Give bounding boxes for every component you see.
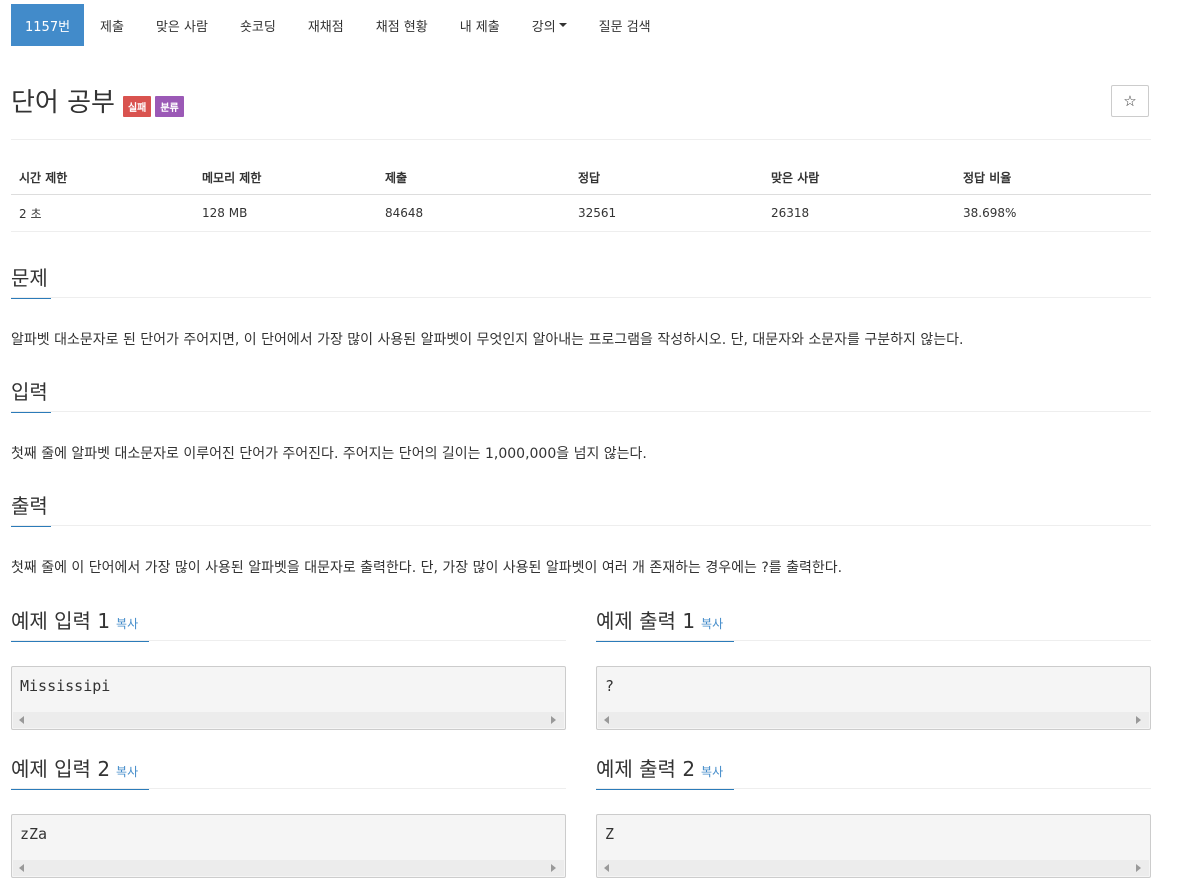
copy-sample-output-1-link[interactable]: 복사 — [701, 617, 723, 631]
section-heading-input: 입력 — [11, 376, 51, 413]
output-description: 첫째 줄에 이 단어에서 가장 많이 사용된 알파벳을 대문자로 출력한다. 단… — [11, 560, 843, 576]
problem-nav: 1157번 제출 맞은 사람 숏코딩 재채점 채점 현황 내 제출 강의 질문 … — [11, 4, 667, 46]
stats-header-row: 시간 제한 메모리 제한 제출 정답 맞은 사람 정답 비율 — [11, 160, 1151, 195]
scroll-right-arrow-icon[interactable] — [551, 864, 556, 872]
scroll-left-arrow-icon[interactable] — [19, 864, 24, 872]
stats-time-limit: 2 초 — [11, 194, 194, 232]
nav-my-submissions[interactable]: 내 제출 — [444, 4, 516, 46]
horizontal-scrollbar[interactable] — [13, 860, 564, 876]
nav-short-coding[interactable]: 숏코딩 — [224, 4, 292, 46]
sample-output-2-box: Z — [596, 814, 1151, 878]
section-heading-problem-text: 문제 — [11, 266, 48, 290]
sample-input-1-content: Mississipi — [20, 677, 111, 695]
problem-title-row: 단어 공부 실패 분류 — [11, 86, 184, 120]
sample-input-2-heading: 예제 입력 2 — [11, 757, 111, 781]
sample-input-2-box: zZa — [11, 814, 566, 878]
nav-problem-number[interactable]: 1157번 — [11, 4, 85, 46]
sample-output-1-content: ? — [605, 677, 615, 695]
star-icon: ☆ — [1123, 92, 1137, 110]
section-heading-output-text: 출력 — [11, 494, 48, 518]
sample-output-1-heading: 예제 출력 1 — [596, 609, 696, 633]
scroll-left-arrow-icon[interactable] — [19, 716, 24, 724]
nav-question-search[interactable]: 질문 검색 — [583, 4, 667, 46]
stats-accepted: 32561 — [570, 194, 763, 232]
stats-accept-ratio: 38.698% — [955, 194, 1151, 232]
section-heading-sample-output-1: 예제 출력 1 복사 — [596, 605, 734, 642]
stats-header-time-limit: 시간 제한 — [11, 160, 194, 195]
section-divider — [596, 640, 1151, 641]
section-divider — [11, 525, 1151, 526]
stats-accepted-users: 26318 — [763, 194, 955, 232]
stats-header-accept-ratio: 정답 비율 — [955, 160, 1151, 195]
sample-input-1-box: Mississipi — [11, 666, 566, 730]
category-badge[interactable]: 분류 — [155, 96, 184, 117]
problem-stats-table: 시간 제한 메모리 제한 제출 정답 맞은 사람 정답 비율 2 초 128 M… — [11, 160, 1151, 232]
nav-rejudge[interactable]: 재채점 — [292, 4, 360, 46]
nav-submit[interactable]: 제출 — [84, 4, 140, 46]
stats-header-accepted: 정답 — [570, 160, 763, 195]
sample-output-1-box: ? — [596, 666, 1151, 730]
section-heading-sample-input-1: 예제 입력 1 복사 — [11, 605, 149, 642]
section-heading-problem: 문제 — [11, 262, 51, 299]
status-badge-fail[interactable]: 실패 — [122, 96, 152, 117]
section-divider — [11, 640, 566, 641]
section-divider — [11, 788, 566, 789]
copy-sample-input-2-link[interactable]: 복사 — [116, 765, 138, 779]
section-divider — [11, 411, 1151, 412]
stats-memory-limit: 128 MB — [194, 194, 377, 232]
scroll-right-arrow-icon[interactable] — [1136, 864, 1141, 872]
scroll-right-arrow-icon[interactable] — [1136, 716, 1141, 724]
problem-description: 알파벳 대소문자로 된 단어가 주어지면, 이 단어에서 가장 많이 사용된 알… — [11, 332, 964, 348]
scroll-right-arrow-icon[interactable] — [551, 716, 556, 724]
scroll-left-arrow-icon[interactable] — [604, 864, 609, 872]
problem-title: 단어 공부 — [11, 88, 115, 118]
stats-submissions: 84648 — [377, 194, 570, 232]
section-divider — [11, 297, 1151, 298]
section-heading-output: 출력 — [11, 490, 51, 527]
stats-header-submissions: 제출 — [377, 160, 570, 195]
nav-lectures-dropdown[interactable]: 강의 — [516, 4, 583, 46]
favorite-star-button[interactable]: ☆ — [1111, 85, 1149, 117]
sample-input-2-content: zZa — [20, 825, 48, 843]
nav-accepted-users[interactable]: 맞은 사람 — [140, 4, 224, 46]
title-divider — [11, 139, 1151, 140]
input-description: 첫째 줄에 알파벳 대소문자로 이루어진 단어가 주어진다. 주어지는 단어의 … — [11, 446, 647, 462]
copy-sample-input-1-link[interactable]: 복사 — [116, 617, 138, 631]
stats-header-accepted-users: 맞은 사람 — [763, 160, 955, 195]
scroll-left-arrow-icon[interactable] — [604, 716, 609, 724]
caret-down-icon — [558, 23, 567, 27]
sample-input-1-heading: 예제 입력 1 — [11, 609, 111, 633]
stats-value-row: 2 초 128 MB 84648 32561 26318 38.698% — [11, 194, 1151, 232]
horizontal-scrollbar[interactable] — [598, 712, 1149, 728]
copy-sample-output-2-link[interactable]: 복사 — [701, 765, 723, 779]
nav-status[interactable]: 채점 현황 — [360, 4, 444, 46]
horizontal-scrollbar[interactable] — [13, 712, 564, 728]
stats-header-memory-limit: 메모리 제한 — [194, 160, 377, 195]
section-heading-sample-input-2: 예제 입력 2 복사 — [11, 753, 149, 790]
sample-output-2-heading: 예제 출력 2 — [596, 757, 696, 781]
section-heading-input-text: 입력 — [11, 380, 48, 404]
nav-lectures-label: 강의 — [531, 19, 556, 35]
horizontal-scrollbar[interactable] — [598, 860, 1149, 876]
sample-output-2-content: Z — [605, 825, 615, 843]
section-heading-sample-output-2: 예제 출력 2 복사 — [596, 753, 734, 790]
section-divider — [596, 788, 1151, 789]
